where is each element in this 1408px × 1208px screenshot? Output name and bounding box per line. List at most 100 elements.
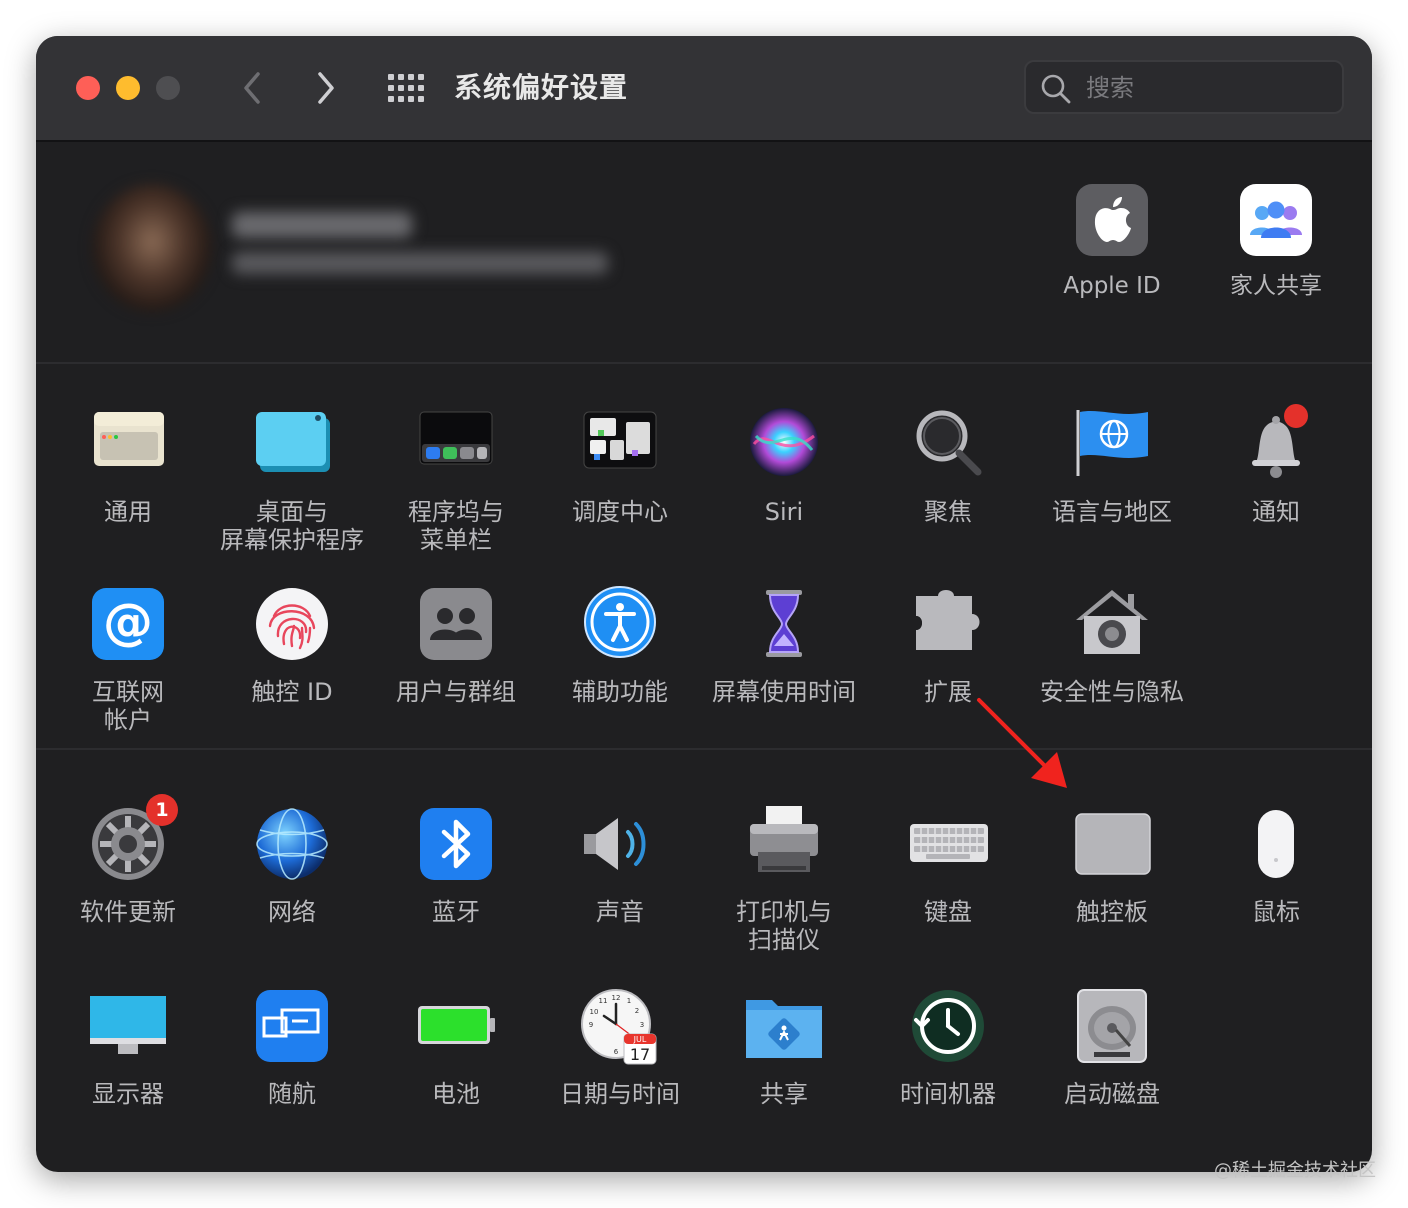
pane-time-machine[interactable]: 时间机器	[866, 988, 1030, 1108]
account-section: Apple ID 家人共享	[36, 142, 1372, 364]
pane-displays[interactable]: 显示器	[46, 988, 210, 1108]
svg-text:6: 6	[614, 1048, 619, 1056]
pane-desktop-screensaver[interactable]: 桌面与 屏幕保护程序	[210, 406, 374, 554]
pane-spotlight[interactable]: 聚焦	[866, 406, 1030, 526]
pane-mission-control[interactable]: 调度中心	[538, 406, 702, 526]
pane-label: 软件更新	[80, 898, 176, 926]
hourglass-icon	[744, 586, 824, 666]
speaker-icon	[580, 806, 660, 886]
at-sign-icon: @	[88, 586, 168, 666]
pane-label: 桌面与 屏幕保护程序	[220, 498, 364, 554]
pane-general[interactable]: 通用	[46, 406, 210, 526]
user-avatar[interactable]	[92, 184, 212, 312]
grid-icon	[388, 74, 424, 102]
pane-language-region[interactable]: 语言与地区	[1030, 406, 1194, 526]
pane-screen-time[interactable]: 屏幕使用时间	[702, 586, 866, 706]
apple-logo-icon	[1072, 180, 1152, 260]
forward-button[interactable]	[306, 64, 346, 112]
pane-label: 触控 ID	[251, 678, 333, 706]
pane-label: 启动磁盘	[1064, 1080, 1160, 1108]
pane-family-sharing[interactable]: 家人共享	[1194, 180, 1358, 300]
window-title: 系统偏好设置	[454, 71, 629, 104]
users-icon	[416, 586, 496, 666]
pane-label: 随航	[268, 1080, 316, 1108]
pane-startup-disk[interactable]: 启动磁盘	[1030, 988, 1194, 1108]
search-field[interactable]	[1024, 60, 1344, 114]
user-email-blurred	[232, 252, 608, 274]
pane-dock-menubar[interactable]: 程序坞与 菜单栏	[374, 406, 538, 554]
chevron-right-icon	[318, 72, 334, 104]
pane-sharing[interactable]: 共享	[702, 988, 866, 1108]
globe-network-icon	[252, 806, 332, 886]
minimize-button[interactable]	[116, 76, 140, 100]
hard-disk-icon	[1072, 988, 1152, 1068]
pane-label: 网络	[268, 898, 316, 926]
pane-label: 聚焦	[924, 498, 972, 526]
gear-icon: 1	[88, 794, 178, 886]
battery-icon	[416, 988, 496, 1068]
pane-label: Siri	[764, 498, 804, 526]
family-sharing-icon	[1236, 180, 1316, 260]
svg-text:11: 11	[599, 997, 608, 1005]
pane-printers-scanners[interactable]: 打印机与 扫描仪	[702, 806, 866, 954]
svg-text:10: 10	[590, 1008, 599, 1016]
pane-date-time[interactable]: 12 3 6 9 1 2 11 10 JUL 17 日期与时间	[538, 988, 702, 1108]
pane-label: 家人共享	[1230, 273, 1322, 299]
pane-bluetooth[interactable]: 蓝牙	[374, 806, 538, 926]
bell-icon	[1236, 404, 1316, 486]
pane-label: 触控板	[1076, 898, 1148, 926]
back-button[interactable]	[232, 64, 272, 112]
pane-siri[interactable]: Siri	[702, 406, 866, 526]
svg-text:9: 9	[589, 1021, 593, 1029]
user-name-blurred	[232, 212, 412, 238]
pane-users-groups[interactable]: 用户与群组	[374, 586, 538, 706]
pane-label: 通知	[1252, 498, 1300, 526]
svg-text:1: 1	[627, 997, 631, 1005]
titlebar: 系统偏好设置	[36, 36, 1372, 142]
pane-sidecar[interactable]: 随航	[210, 988, 374, 1108]
search-icon	[1041, 74, 1071, 104]
svg-text:@: @	[103, 593, 153, 651]
pane-apple-id[interactable]: Apple ID	[1030, 180, 1194, 300]
section-divider	[36, 748, 1372, 750]
pane-mouse[interactable]: 鼠标	[1194, 806, 1358, 926]
pane-label: 打印机与 扫描仪	[736, 898, 832, 954]
pane-extensions[interactable]: 扩展	[866, 586, 1030, 706]
flag-globe-icon	[1072, 406, 1152, 486]
svg-text:3: 3	[640, 1021, 644, 1029]
svg-text:12: 12	[612, 994, 621, 1002]
puzzle-icon	[908, 586, 988, 666]
pane-label: 时间机器	[900, 1080, 996, 1108]
pane-label: 屏幕使用时间	[712, 678, 856, 706]
pane-network[interactable]: 网络	[210, 806, 374, 926]
pane-trackpad[interactable]: 触控板	[1030, 806, 1194, 926]
notification-dot	[1284, 404, 1308, 428]
calendar-day: 17	[630, 1045, 650, 1064]
watermark: @稀土掘金技术社区	[1214, 1160, 1376, 1181]
pane-sound[interactable]: 声音	[538, 806, 702, 926]
pane-notifications[interactable]: 通知	[1194, 404, 1358, 526]
pane-security-privacy[interactable]: 安全性与隐私	[1030, 586, 1194, 706]
pane-label: 日期与时间	[560, 1080, 680, 1108]
close-button[interactable]	[76, 76, 100, 100]
zoom-button[interactable]	[156, 76, 180, 100]
mouse-icon	[1236, 806, 1316, 886]
house-safe-icon	[1072, 586, 1152, 666]
mission-control-icon	[580, 406, 660, 486]
pane-keyboard[interactable]: 键盘	[866, 806, 1030, 926]
desktop-icon	[252, 406, 332, 486]
show-all-button[interactable]	[386, 72, 426, 104]
search-input[interactable]	[1084, 70, 1328, 106]
keyboard-icon	[908, 806, 988, 886]
pane-accessibility[interactable]: 辅助功能	[538, 586, 702, 706]
general-icon	[88, 406, 168, 486]
sharing-folder-icon	[744, 988, 824, 1068]
pane-touch-id[interactable]: 触控 ID	[210, 586, 374, 706]
pane-label: 通用	[104, 498, 152, 526]
magnifier-icon	[908, 406, 988, 486]
calendar-month: JUL	[633, 1035, 647, 1044]
pane-battery[interactable]: 电池	[374, 988, 538, 1108]
pane-internet-accounts[interactable]: @ 互联网 帐户	[46, 586, 210, 734]
pane-software-update[interactable]: 1 软件更新	[46, 794, 210, 926]
bluetooth-icon	[416, 806, 496, 886]
